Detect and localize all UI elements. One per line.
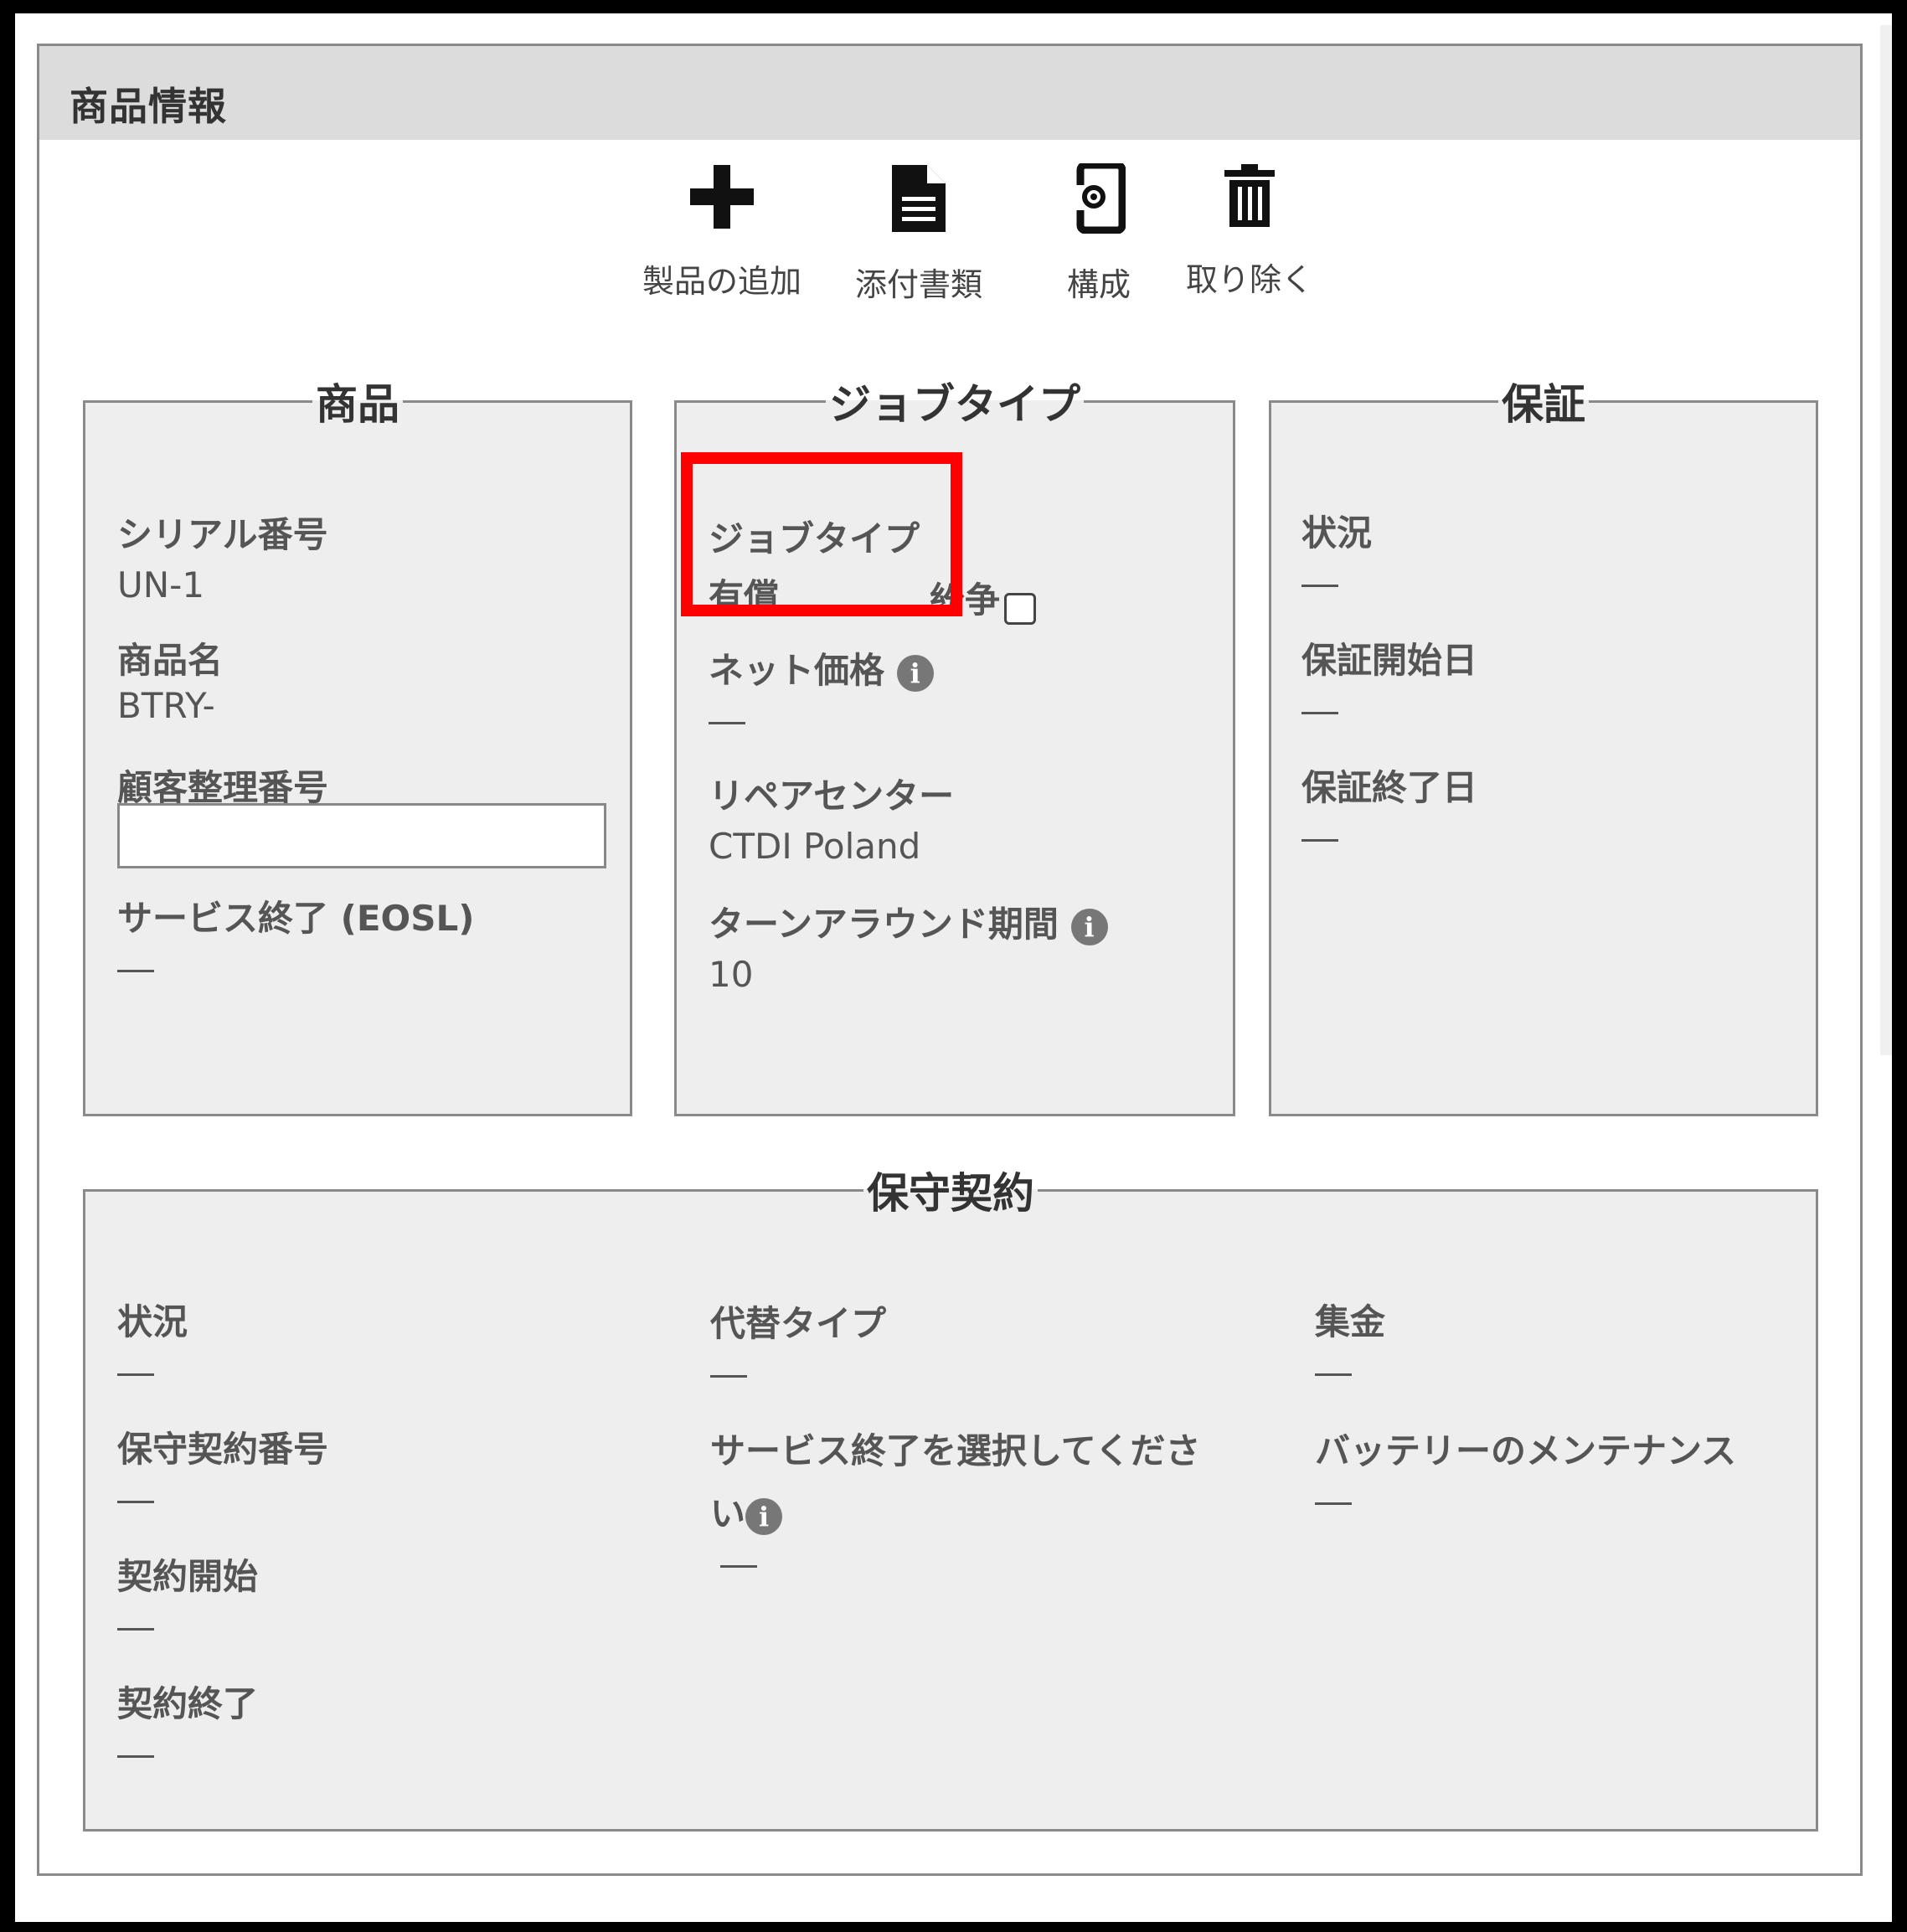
alt-type-label: 代替タイプ <box>710 1303 887 1344</box>
empty-dash <box>117 1373 154 1376</box>
eosl-value <box>117 948 474 989</box>
contract-start-value <box>117 1606 258 1647</box>
alt-type-value <box>710 1353 886 1394</box>
warranty-box: 保証 状況 保証開始日 保証終了日 <box>1269 371 1818 1116</box>
highlight-annotation <box>681 452 962 616</box>
warranty-status-field: 状況 <box>1301 505 1372 604</box>
add-product-button[interactable]: 製品の追加 <box>626 163 818 301</box>
config-device-icon <box>1072 163 1126 234</box>
turnaround-value: 10 <box>709 954 754 995</box>
empty-dash <box>709 722 745 724</box>
eosl-label: サービス終了 (EOSL) <box>117 898 475 939</box>
contract-start-field: 契約開始 <box>117 1548 258 1647</box>
configuration-label: 構成 <box>1066 266 1131 303</box>
repair-center-value: CTDI Poland <box>709 826 921 867</box>
job-type-box-legend: ジョブタイプ <box>829 380 1080 429</box>
contract-number-value <box>117 1479 328 1520</box>
product-name-label: 商品名 <box>117 640 224 681</box>
warranty-status-label: 状況 <box>1301 513 1373 554</box>
net-price-label-row: ネット価格 i <box>709 642 934 693</box>
battery-maintenance-value <box>1315 1481 1736 1522</box>
battery-maintenance-label: バッテリーのメンテナンス <box>1315 1430 1737 1471</box>
select-eos-label-row: いi <box>710 1486 1200 1537</box>
trash-icon <box>1224 164 1275 227</box>
serial-field: シリアル番号 UN-1 <box>117 507 328 605</box>
contract-end-label: 契約終了 <box>117 1683 259 1724</box>
empty-dash <box>117 1501 154 1503</box>
eosl-field: サービス終了 (EOSL) <box>117 890 474 989</box>
select-eos-value <box>710 1543 1200 1584</box>
scrollbar[interactable] <box>1880 25 1892 1055</box>
net-price-field: ネット価格 i <box>709 642 934 741</box>
remove-label: 取り除く <box>1185 261 1313 298</box>
repair-center-field: リペアセンター CTDI Poland <box>709 768 954 867</box>
document-icon <box>892 165 946 232</box>
contract-status-label: 状況 <box>117 1301 188 1342</box>
warranty-end-label: 保証終了日 <box>1301 767 1478 808</box>
product-box-legend: 商品 <box>316 380 399 429</box>
empty-dash <box>117 970 154 972</box>
serial-label: シリアル番号 <box>117 514 328 555</box>
empty-dash <box>1315 1502 1352 1505</box>
collection-field: 集金 <box>1315 1294 1385 1393</box>
collection-label: 集金 <box>1315 1301 1386 1342</box>
turnaround-label: ターンアラウンド期間 <box>709 904 1059 945</box>
net-price-label: ネット価格 <box>709 650 885 691</box>
remove-button[interactable]: 取り除く <box>1178 163 1321 300</box>
product-info-panel: 商品情報 製品の追加 添付書類 構成 取り除く 商品 シリアル番号 UN-1 商… <box>37 44 1863 1876</box>
maintenance-contract-box: 保守契約 状況 保守契約番号 契約開始 契約終了 代替タイプ サービス終了を選択… <box>83 1160 1818 1832</box>
alt-type-field: 代替タイプ <box>710 1296 886 1394</box>
info-icon[interactable]: i <box>1070 908 1108 945</box>
empty-dash <box>720 1565 757 1568</box>
turnaround-label-row: ターンアラウンド期間 i <box>709 896 1108 947</box>
warranty-start-value <box>1301 690 1477 731</box>
serial-value: UN-1 <box>117 564 205 605</box>
contract-end-value <box>117 1734 258 1775</box>
net-price-value <box>709 700 934 741</box>
add-product-label: 製品の追加 <box>642 263 801 300</box>
battery-maintenance-field: バッテリーのメンテナンス <box>1315 1423 1736 1522</box>
select-eos-label-tail: い <box>710 1493 746 1534</box>
panel-header: 商品情報 <box>39 46 1860 140</box>
dispute-checkbox[interactable] <box>1004 592 1037 625</box>
attachments-label: 添付書類 <box>854 266 982 303</box>
collection-value <box>1315 1352 1385 1393</box>
warranty-end-field: 保証終了日 <box>1301 760 1477 858</box>
product-name-value: BTRY- <box>117 685 215 726</box>
contract-end-field: 契約終了 <box>117 1676 258 1775</box>
info-icon[interactable]: i <box>745 1497 783 1535</box>
contract-status-field: 状況 <box>117 1294 188 1393</box>
empty-dash <box>1301 585 1338 587</box>
empty-dash <box>1301 839 1338 842</box>
warranty-start-field: 保証開始日 <box>1301 632 1477 731</box>
turnaround-field: ターンアラウンド期間 i 10 <box>709 896 1108 995</box>
info-icon[interactable]: i <box>896 654 934 692</box>
attachments-button[interactable]: 添付書類 <box>839 163 998 305</box>
product-name-field: 商品名 BTRY- <box>117 632 223 726</box>
warranty-end-value <box>1301 817 1477 858</box>
select-eos-field: サービス終了を選択してくださ いi <box>710 1423 1200 1584</box>
configuration-button[interactable]: 構成 <box>1044 163 1153 305</box>
warranty-box-legend: 保証 <box>1502 380 1585 429</box>
contract-start-label: 契約開始 <box>117 1556 259 1597</box>
warranty-start-label: 保証開始日 <box>1301 640 1478 681</box>
maintenance-contract-legend: 保守契約 <box>867 1169 1034 1218</box>
repair-center-label: リペアセンター <box>709 775 955 817</box>
empty-dash <box>1301 712 1338 714</box>
empty-dash <box>117 1755 154 1758</box>
product-box: 商品 シリアル番号 UN-1 商品名 BTRY- 顧客整理番号 サービス終了 (… <box>83 371 632 1116</box>
toolbar: 製品の追加 添付書類 構成 取り除く <box>39 163 1860 348</box>
warranty-status-value <box>1301 563 1372 604</box>
empty-dash <box>1315 1373 1352 1376</box>
select-eos-label: サービス終了を選択してくださ <box>710 1430 1201 1471</box>
contract-number-label: 保守契約番号 <box>117 1429 329 1470</box>
empty-dash <box>710 1375 747 1378</box>
plus-icon <box>690 165 754 229</box>
empty-dash <box>117 1628 154 1631</box>
customer-ref-input[interactable] <box>117 803 606 868</box>
panel-title: 商品情報 <box>70 84 227 129</box>
contract-number-field: 保守契約番号 <box>117 1421 328 1520</box>
contract-status-value <box>117 1352 188 1393</box>
